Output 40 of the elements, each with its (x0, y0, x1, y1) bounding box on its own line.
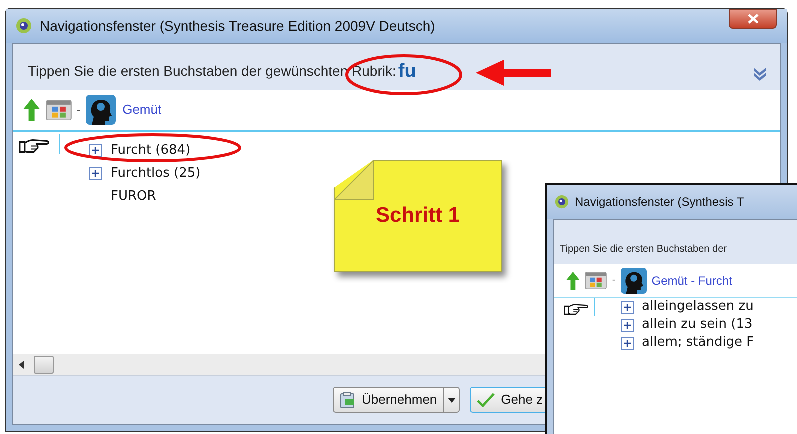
tree-item[interactable]: FUROR (111, 186, 156, 206)
separator-dash: - (612, 274, 616, 288)
up-arrow-icon[interactable] (23, 99, 41, 121)
note-text: Schritt 1 (376, 203, 460, 230)
tree-item[interactable]: Furchtlos (25) (111, 164, 201, 184)
tree-item[interactable]: allem; ständige F (642, 333, 754, 353)
expand-icon[interactable] (89, 167, 102, 180)
breadcrumb-link[interactable]: Gemüt (122, 100, 162, 120)
breadcrumb-link[interactable]: Gemüt - Furcht (652, 272, 732, 290)
app-icon (555, 195, 569, 209)
window-title: Navigationsfenster (Synthesis Treasure Edition 2009V Deutsch) (40, 16, 436, 36)
action-button[interactable]: Übernehmen (333, 387, 444, 413)
pointing-hand-icon (564, 303, 588, 316)
scrollbar-thumb[interactable] (34, 356, 54, 374)
scroll-left-icon[interactable] (19, 360, 24, 368)
grid-icon[interactable] (585, 272, 608, 290)
search-input[interactable]: fu (398, 62, 416, 82)
app-icon (16, 18, 32, 34)
expand-icon[interactable] (621, 318, 634, 332)
expand-icon[interactable] (621, 300, 634, 314)
caret-icon (448, 398, 456, 402)
close-button[interactable] (729, 9, 777, 29)
head-icon[interactable] (86, 95, 116, 125)
head-icon[interactable] (620, 268, 647, 294)
dropdown-button[interactable] (444, 387, 460, 413)
expand-icon[interactable] (89, 144, 102, 157)
separator-dash: - (76, 102, 81, 119)
checkmark-icon (477, 393, 496, 407)
double-chevron-icon[interactable] (752, 66, 768, 82)
prompt-label: Tippen Sie die ersten Buchstaben der gewünschten Rubrik: (28, 62, 396, 81)
tree-item[interactable]: alleingelassen zu (642, 297, 754, 317)
tree-item[interactable]: allein zu sein (13 (642, 315, 753, 335)
grid-icon[interactable] (46, 100, 72, 120)
up-arrow-icon[interactable] (566, 272, 580, 290)
pointing-hand-icon (19, 138, 49, 154)
close-icon (748, 14, 758, 24)
prompt-label: Tippen Sie die ersten Buchstaben der (560, 243, 727, 257)
window-title: Navigationsfenster (Synthesis T (575, 194, 744, 211)
clipboard-icon (340, 392, 356, 408)
expand-icon[interactable] (621, 336, 634, 350)
